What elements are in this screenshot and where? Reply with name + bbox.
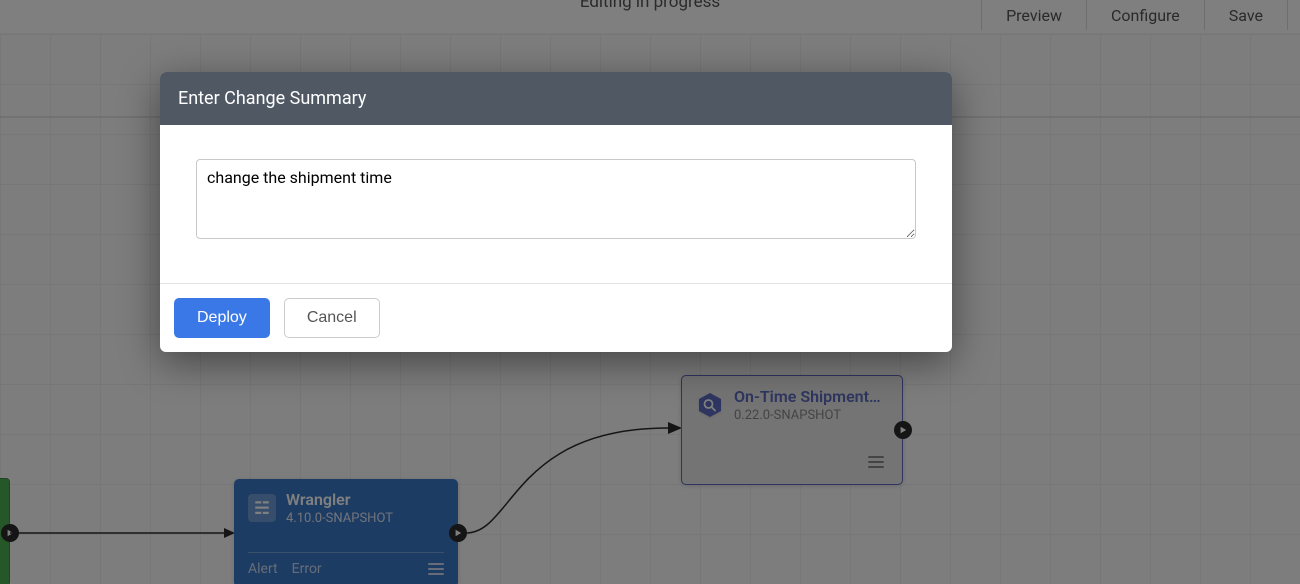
modal-title: Enter Change Summary — [160, 72, 952, 125]
change-summary-modal: Enter Change Summary Deploy Cancel — [160, 72, 952, 352]
change-summary-input[interactable] — [196, 159, 916, 239]
deploy-button[interactable]: Deploy — [174, 298, 270, 338]
cancel-button[interactable]: Cancel — [284, 298, 380, 338]
app-root: Editing in progress Preview Configure Sa… — [0, 0, 1300, 584]
